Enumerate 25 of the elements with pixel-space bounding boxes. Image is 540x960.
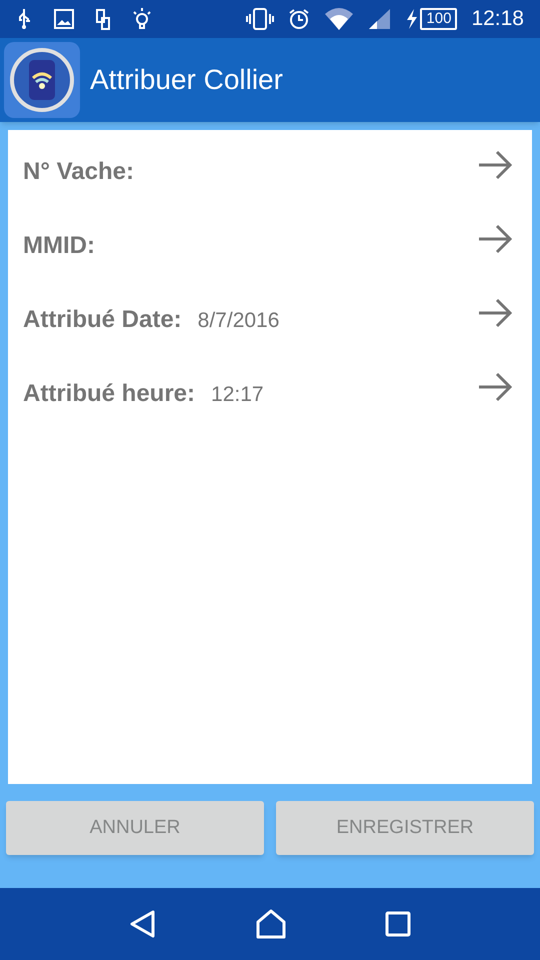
screen-title: Attribuer Collier (90, 63, 283, 97)
lightbulb-icon (132, 7, 152, 31)
charging-icon (406, 9, 418, 29)
image-icon (54, 9, 74, 29)
field-label: MMID: (23, 231, 95, 261)
signal-icon (368, 8, 392, 30)
arrow-right-icon[interactable] (477, 298, 513, 328)
arrow-right-icon[interactable] (477, 224, 513, 254)
field-value: 8/7/2016 (198, 308, 280, 334)
battery-indicator: 100 (420, 8, 458, 30)
alarm-clock-icon (288, 8, 310, 30)
field-value: 12:17 (211, 382, 264, 408)
field-label: N° Vache: (23, 157, 134, 187)
arrow-right-icon[interactable] (477, 372, 513, 402)
vibrate-icon (246, 8, 274, 30)
recent-apps-icon[interactable] (384, 911, 411, 937)
app-logo[interactable] (4, 42, 80, 118)
arrow-right-icon[interactable] (477, 150, 513, 180)
home-icon[interactable] (256, 909, 286, 939)
field-label: Attribué heure: (23, 379, 196, 409)
clock-time: 12:18 (471, 6, 524, 32)
field-label: Attribué Date: (23, 305, 182, 335)
wifi-icon (324, 7, 354, 31)
back-icon[interactable] (129, 909, 158, 939)
usb-icon (16, 8, 32, 30)
